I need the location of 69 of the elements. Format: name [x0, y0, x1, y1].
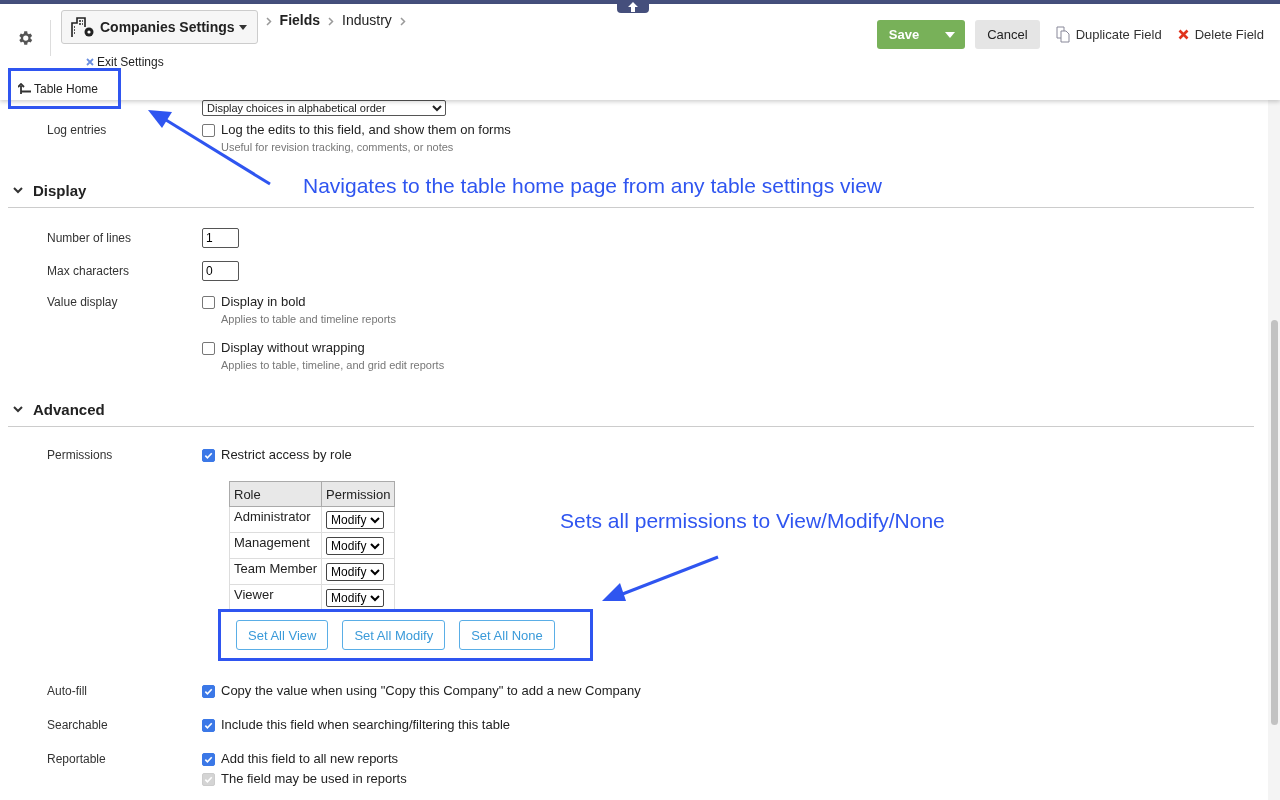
permission-select[interactable]: Modify	[326, 537, 385, 555]
check-icon	[204, 720, 213, 730]
hint-text: Useful for revision tracking, comments, or notes	[221, 141, 455, 154]
field-label: Reportable	[47, 751, 107, 768]
cancel-button[interactable]: Cancel	[975, 20, 1040, 49]
column-header: Role	[229, 481, 322, 507]
field-label: Log entries	[47, 122, 108, 139]
checkbox-label: Copy the value when using "Copy this Company" to add a new Company	[221, 683, 641, 699]
exit-settings-link[interactable]: Exit Settings	[86, 55, 406, 69]
checkbox-label: The field may be used in reports	[221, 771, 407, 787]
field-label: Auto-fill	[47, 683, 88, 699]
checkbox[interactable]	[202, 341, 215, 355]
hint-text: Applies to table and timeline reports	[221, 313, 396, 326]
checkbox[interactable]	[202, 752, 215, 766]
checkbox[interactable]	[202, 295, 215, 309]
field-label: Max characters	[47, 263, 131, 280]
permission-select[interactable]: Modify	[326, 563, 385, 581]
breadcrumb-link[interactable]: Industry	[342, 10, 392, 28]
table-selector[interactable]: Companies Settings	[61, 10, 258, 44]
chevron-icon	[13, 187, 23, 194]
building-gear-icon	[70, 15, 96, 39]
chevron-icon	[399, 17, 406, 26]
input-field[interactable]: 1	[202, 228, 239, 248]
column-header: Permission	[321, 481, 395, 507]
checkbox[interactable]	[202, 448, 215, 462]
checkbox-label: Log the edits to this field, and show them on forms	[221, 122, 511, 138]
check-icon	[204, 686, 213, 696]
hint-text: Applies to table, timeline, and grid edit reports	[221, 359, 445, 372]
close-icon	[86, 58, 94, 66]
delete-icon	[1177, 29, 1189, 40]
table-cell: Management	[229, 532, 322, 559]
caret-icon	[945, 31, 956, 38]
checkbox[interactable]	[202, 684, 215, 698]
copy-icon	[1055, 26, 1070, 43]
field-label: Value display	[47, 294, 119, 311]
table-cell: Viewer	[229, 584, 322, 611]
chevron-icon	[328, 17, 335, 26]
permission-select[interactable]: Modify	[326, 511, 385, 529]
checkbox-label: Include this field when searching/filtering this table	[221, 717, 511, 733]
field-label: Number of lines	[47, 230, 133, 247]
input-field[interactable]: 0	[202, 261, 239, 281]
checkbox-label: Add this field to all new reports	[221, 751, 399, 767]
check-icon	[204, 450, 213, 460]
sort-select[interactable]: Display choices in alphabetical order	[202, 100, 446, 116]
field-label: Searchable	[47, 717, 109, 733]
checkbox[interactable]	[202, 718, 215, 732]
table-home-link[interactable]: Table Home	[18, 81, 99, 96]
checkbox-label: Display without wrapping	[221, 340, 365, 356]
checkbox-label: Restrict access by role	[221, 447, 352, 463]
collapse-tab[interactable]	[617, 0, 649, 13]
section-header[interactable]: Advanced	[8, 401, 105, 418]
annotation-text: Sets all permissions to View/Modify/None	[560, 509, 945, 533]
chevron-icon	[265, 17, 272, 26]
save-options-button[interactable]	[935, 20, 966, 49]
permission-select[interactable]: Modify	[326, 589, 385, 607]
chevron-icon	[13, 406, 23, 413]
section-header[interactable]: Display	[8, 182, 87, 199]
caret-icon	[238, 24, 247, 30]
breadcrumb-link[interactable]: Fields	[279, 10, 321, 28]
up-arrow-icon	[18, 83, 31, 94]
table-cell: Team Member	[229, 558, 322, 585]
field-label: Permissions	[47, 447, 114, 464]
delete-field-link[interactable]: Delete Field	[1177, 20, 1264, 49]
duplicate-field-link[interactable]: Duplicate Field	[1055, 20, 1162, 49]
checkbox-label: Display in bold	[221, 294, 306, 310]
table-cell: Administrator	[229, 506, 322, 533]
scrollbar-thumb[interactable]	[1270, 320, 1278, 725]
annotation-text: Navigates to the table home page from any table settings view	[303, 174, 882, 198]
checkbox[interactable]	[202, 123, 215, 137]
